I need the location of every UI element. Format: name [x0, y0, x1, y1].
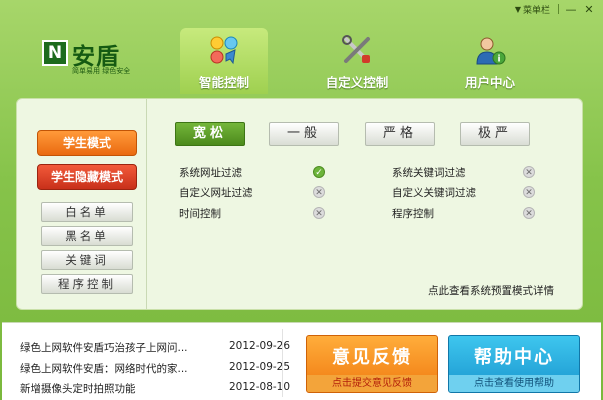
news-date: 2012-08-10: [229, 381, 291, 393]
logo-mark: N: [42, 40, 68, 66]
level-normal-button[interactable]: 一般: [269, 122, 339, 146]
user-icon: i: [476, 37, 506, 65]
menu-arrow-icon: ▼: [514, 4, 521, 14]
blacklist-button[interactable]: 黑名单: [41, 226, 133, 246]
app-window: ▼ 菜单栏 — ✕ N 安盾 简单易用 绿色安全 智能控制 自定义控制 i 用户…: [0, 0, 603, 400]
sidebar: 学生模式 学生隐藏模式 白名单 黑名单 关键词 程序控制: [17, 99, 147, 309]
disabled-icon: ✕: [313, 186, 325, 198]
disabled-icon: ✕: [523, 166, 535, 178]
divider: [282, 329, 283, 397]
student-mode-button[interactable]: 学生模式: [37, 130, 137, 156]
news-item[interactable]: 绿色上网软件安盾：网络时代的家...: [20, 361, 188, 376]
keywords-button[interactable]: 关键词: [41, 250, 133, 270]
menu-label: 菜单栏: [522, 5, 550, 16]
level-strict-button[interactable]: 严格: [365, 122, 435, 146]
app-logo: N 安盾 简单易用 绿色安全: [42, 38, 134, 76]
level-extreme-button[interactable]: 极严: [460, 122, 530, 146]
feedback-subtitle: 点击提交意见反馈: [307, 375, 437, 392]
feedback-button[interactable]: 意见反馈 点击提交意见反馈: [306, 335, 438, 393]
tab-label: 智能控制: [198, 75, 249, 90]
disabled-icon: ✕: [523, 207, 535, 219]
titlebar-divider: [558, 4, 559, 14]
control-panel: 学生模式 学生隐藏模式 白名单 黑名单 关键词 程序控制 宽松 一般 严格 极严…: [16, 98, 583, 310]
tab-smart-control[interactable]: 智能控制: [180, 28, 268, 94]
tab-label: 用户中心: [464, 75, 515, 90]
tab-custom-control[interactable]: 自定义控制: [313, 28, 401, 94]
menu-button[interactable]: ▼ 菜单栏: [511, 2, 554, 16]
logo-slogan: 简单易用 绿色安全: [72, 67, 131, 75]
level-loose-button[interactable]: 宽松: [175, 122, 245, 146]
feature-label: 程序控制: [392, 208, 434, 220]
minimize-button[interactable]: —: [563, 2, 579, 16]
help-title: 帮助中心: [474, 347, 554, 368]
help-subtitle: 点击查看使用帮助: [449, 375, 579, 392]
check-icon: ✓: [313, 166, 325, 178]
smart-control-icon: [210, 36, 238, 65]
tools-icon: [342, 35, 370, 63]
close-button[interactable]: ✕: [581, 2, 597, 16]
feature-label: 时间控制: [179, 208, 221, 220]
feature-label: 系统关键词过滤: [392, 167, 466, 179]
tab-label: 自定义控制: [325, 75, 389, 90]
feature-label: 系统网址过滤: [179, 167, 242, 179]
news-area: 绿色上网软件安盾巧治孩子上网问... 2012-09-26 绿色上网软件安盾：网…: [2, 322, 601, 400]
tab-user-center[interactable]: i 用户中心: [446, 28, 534, 94]
news-item[interactable]: 绿色上网软件安盾巧治孩子上网问...: [20, 340, 188, 355]
disabled-icon: ✕: [523, 186, 535, 198]
student-hidden-mode-button[interactable]: 学生隐藏模式: [37, 164, 137, 190]
news-date: 2012-09-25: [229, 361, 291, 373]
svg-text:i: i: [497, 55, 500, 65]
feedback-title: 意见反馈: [332, 347, 412, 368]
whitelist-button[interactable]: 白名单: [41, 202, 133, 222]
program-control-button[interactable]: 程序控制: [41, 274, 133, 294]
disabled-icon: ✕: [313, 207, 325, 219]
news-item[interactable]: 新增摄像头定时拍照功能: [20, 381, 136, 396]
help-center-button[interactable]: 帮助中心 点击查看使用帮助: [448, 335, 580, 393]
feature-label: 自定义关键词过滤: [392, 187, 476, 199]
news-date: 2012-09-26: [229, 340, 291, 352]
preset-details-link[interactable]: 点此查看系统预置模式详情: [428, 283, 554, 298]
feature-label: 自定义网址过滤: [179, 187, 253, 199]
title-bar: ▼ 菜单栏 — ✕: [511, 0, 603, 18]
